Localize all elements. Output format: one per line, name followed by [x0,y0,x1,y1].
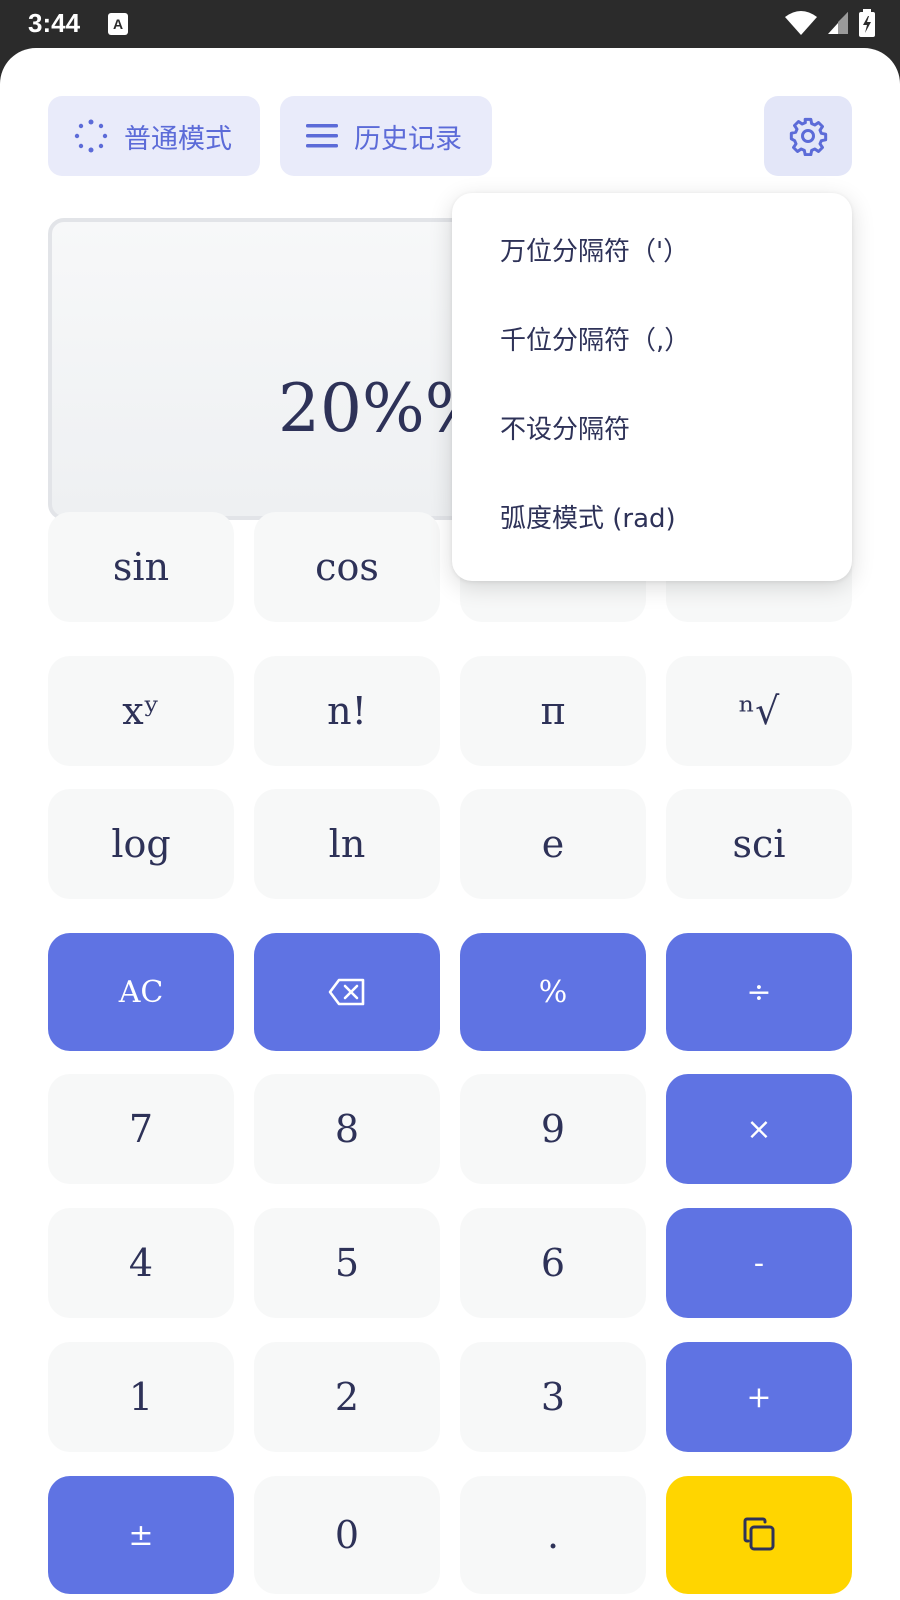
key-7[interactable]: 7 [48,1074,234,1184]
menu-item-ten-thousand-separator[interactable]: 万位分隔符（'） [500,231,689,268]
key-1[interactable]: 1 [48,1342,234,1452]
copy-icon [743,1517,775,1551]
key-power[interactable]: xʸ [48,656,234,766]
calculator-app: 普通模式 历史记录 20%% sin cos tan √ xʸ n! π ⁿ√ … [0,48,900,1600]
key-all-clear[interactable]: AC [48,933,234,1051]
backspace-icon [328,978,365,1006]
key-multiply[interactable]: × [666,1074,852,1184]
key-9[interactable]: 9 [460,1074,646,1184]
mode-label: 普通模式 [124,123,232,155]
settings-button[interactable] [764,96,852,176]
key-plus-minus[interactable]: ± [48,1476,234,1594]
key-sin[interactable]: sin [48,512,234,622]
key-5[interactable]: 5 [254,1208,440,1318]
key-decimal[interactable]: . [460,1476,646,1594]
settings-dropdown-menu: 万位分隔符（'） 千位分隔符（,） 不设分隔符 弧度模式 (rad) [452,193,852,581]
key-subtract[interactable]: - [666,1208,852,1318]
history-button[interactable]: 历史记录 [280,96,492,176]
key-backspace[interactable] [254,933,440,1051]
gear-icon [789,117,828,156]
key-0[interactable]: 0 [254,1476,440,1594]
key-add[interactable]: + [666,1342,852,1452]
key-copy[interactable] [666,1476,852,1594]
status-bar: 3:44 A [0,0,900,48]
key-2[interactable]: 2 [254,1342,440,1452]
menu-item-radian-mode[interactable]: 弧度模式 (rad) [500,498,676,535]
menu-lines-icon [306,124,338,148]
key-8[interactable]: 8 [254,1074,440,1184]
key-percent[interactable]: % [460,933,646,1051]
battery-charging-icon [859,9,875,37]
key-log[interactable]: log [48,789,234,899]
key-4[interactable]: 4 [48,1208,234,1318]
wifi-icon [785,11,817,35]
cellular-signal-icon [828,12,848,34]
key-cos[interactable]: cos [254,512,440,622]
key-pi[interactable]: π [460,656,646,766]
menu-item-thousand-separator[interactable]: 千位分隔符（,） [500,320,690,357]
key-factorial[interactable]: n! [254,656,440,766]
key-3[interactable]: 3 [460,1342,646,1452]
key-ln[interactable]: ln [254,789,440,899]
key-sci[interactable]: sci [666,789,852,899]
mode-button[interactable]: 普通模式 [48,96,260,176]
history-label: 历史记录 [354,123,462,155]
notification-icon: A [108,13,128,35]
key-divide[interactable]: ÷ [666,933,852,1051]
loading-dots-icon [74,119,108,153]
status-time: 3:44 [28,8,81,38]
key-e[interactable]: e [460,789,646,899]
menu-item-no-separator[interactable]: 不设分隔符 [500,409,630,446]
key-6[interactable]: 6 [460,1208,646,1318]
key-nth-root[interactable]: ⁿ√ [666,656,852,766]
